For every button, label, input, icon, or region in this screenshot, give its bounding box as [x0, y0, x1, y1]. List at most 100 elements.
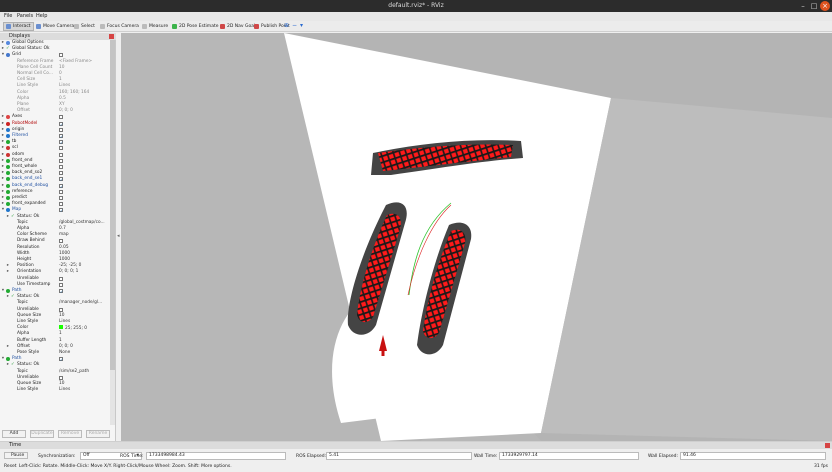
- expand-arrow-icon[interactable]: ▸: [1, 152, 5, 158]
- tool-measure-button[interactable]: Measure: [140, 22, 170, 31]
- display-row[interactable]: Unreliable: [0, 276, 110, 282]
- display-row[interactable]: ▸ Orientation 0; 0; 0; 1: [0, 269, 110, 275]
- display-row[interactable]: Draw Behind: [0, 238, 110, 244]
- close-icon[interactable]: ×: [820, 1, 830, 11]
- expand-arrow-icon[interactable]: ▸: [6, 263, 10, 269]
- property-value[interactable]: 1: [59, 338, 62, 343]
- property-value[interactable]: 0.05: [59, 245, 69, 250]
- enable-checkbox[interactable]: ✓: [59, 357, 63, 362]
- expand-arrow-icon[interactable]: ▸: [1, 114, 5, 120]
- wall-elapsed-field[interactable]: 91.46: [680, 452, 826, 460]
- scrollbar-thumb[interactable]: [110, 40, 115, 370]
- property-value-cell[interactable]: 160; 160; 164: [59, 90, 89, 96]
- property-value-cell[interactable]: Lines: [59, 387, 70, 393]
- property-value[interactable]: <Fixed Frame>: [59, 59, 92, 64]
- expand-arrow-icon[interactable]: ▸: [1, 164, 5, 170]
- close-time-panel-icon[interactable]: [825, 443, 830, 448]
- property-value[interactable]: 0.5: [59, 96, 66, 101]
- rename-display-button[interactable]: Rename: [86, 430, 110, 438]
- display-row[interactable]: ▸ back_end_debug ✓: [0, 183, 110, 189]
- property-value[interactable]: XY: [59, 102, 65, 107]
- remove-tool-icon[interactable]: −: [292, 22, 297, 29]
- display-row[interactable]: Color 160; 160; 164: [0, 90, 110, 96]
- enable-checkbox[interactable]: ✓: [59, 121, 63, 126]
- property-value[interactable]: -25; -25; 0: [59, 263, 81, 268]
- property-value-cell[interactable]: 0; 0; 0; 1: [59, 269, 78, 275]
- displays-scrollbar[interactable]: [110, 40, 115, 425]
- enable-checkbox[interactable]: ✓: [59, 140, 63, 145]
- expand-arrow-icon[interactable]: ▾: [1, 52, 5, 58]
- display-row[interactable]: Topic/global_costmap/co...: [0, 220, 110, 226]
- display-row[interactable]: ▸ Axes: [0, 114, 110, 120]
- property-value[interactable]: 10: [59, 65, 64, 70]
- property-value-cell[interactable]: Lines: [59, 83, 70, 89]
- tool-select-button[interactable]: Select: [72, 22, 97, 31]
- menu-panels[interactable]: Panels: [17, 13, 33, 19]
- enable-checkbox[interactable]: [59, 276, 63, 281]
- tool-interact-button[interactable]: Interact: [3, 22, 34, 31]
- property-value-cell[interactable]: /manager_node/gl...: [59, 300, 102, 306]
- enable-checkbox[interactable]: [59, 375, 63, 380]
- display-row[interactable]: Topic/manager_node/gl...: [0, 300, 110, 306]
- menu-file[interactable]: File: [4, 13, 12, 19]
- property-value-cell[interactable]: /sim/se2_path: [59, 369, 89, 375]
- property-value[interactable]: map: [59, 232, 69, 237]
- display-row[interactable]: ▸ Filtered ✓: [0, 133, 110, 139]
- property-value-cell[interactable]: 0; 0; 0: [59, 344, 73, 350]
- property-value[interactable]: 1: [59, 331, 62, 336]
- tool-move-camera-button[interactable]: Move Camera: [34, 22, 76, 31]
- enable-checkbox[interactable]: [59, 152, 63, 157]
- expand-arrow-icon[interactable]: ▸: [1, 145, 5, 151]
- render-viewport[interactable]: [121, 33, 832, 441]
- expand-arrow-icon[interactable]: ▸: [1, 127, 5, 133]
- property-value-cell[interactable]: 0.05: [59, 245, 69, 251]
- expand-arrow-icon[interactable]: ▸: [1, 201, 5, 207]
- property-value-cell[interactable]: <Fixed Frame>: [59, 59, 92, 65]
- expand-arrow-icon[interactable]: ▾: [1, 288, 5, 294]
- display-row[interactable]: ▾ Grid: [0, 52, 110, 58]
- property-value[interactable]: /global_costmap/co...: [59, 220, 105, 225]
- enable-checkbox[interactable]: [59, 196, 63, 200]
- expand-arrow-icon[interactable]: ▸: [1, 139, 5, 145]
- display-row[interactable]: ▸ scl: [0, 145, 110, 151]
- tool-menu-icon[interactable]: ▾: [300, 22, 303, 29]
- property-value-cell[interactable]: 1: [59, 338, 62, 344]
- display-row[interactable]: Reference Frame <Fixed Frame>: [0, 59, 110, 65]
- enable-checkbox[interactable]: [59, 127, 63, 132]
- property-value-cell[interactable]: map: [59, 232, 69, 238]
- property-value[interactable]: 1000: [59, 257, 70, 262]
- enable-checkbox[interactable]: [59, 171, 63, 176]
- display-row[interactable]: ▸ origin: [0, 127, 110, 133]
- expand-arrow-icon[interactable]: ▸: [1, 46, 5, 52]
- enable-checkbox[interactable]: ✓: [59, 208, 63, 213]
- expand-arrow-icon[interactable]: ▸: [1, 176, 5, 182]
- expand-arrow-icon[interactable]: ▸: [6, 344, 10, 350]
- expand-arrow-icon[interactable]: ▸: [1, 133, 5, 139]
- enable-checkbox[interactable]: [59, 146, 63, 151]
- display-row[interactable]: ▸ front_end: [0, 158, 110, 164]
- display-row[interactable]: ▸ ✓ Status: Ok: [0, 214, 110, 220]
- property-value-cell[interactable]: 1: [59, 331, 62, 337]
- property-value[interactable]: /manager_node/gl...: [59, 300, 102, 305]
- display-row[interactable]: Buffer Length 1: [0, 338, 110, 344]
- property-value-cell[interactable]: 1000: [59, 251, 70, 257]
- property-value[interactable]: 0: [59, 71, 62, 76]
- menu-help[interactable]: Help: [36, 13, 47, 19]
- property-value[interactable]: 10: [59, 313, 64, 318]
- display-row[interactable]: Topic/sim/se2_path: [0, 369, 110, 375]
- color-swatch[interactable]: [59, 325, 63, 330]
- property-value-cell[interactable]: 10: [59, 313, 64, 319]
- property-value[interactable]: Lines: [59, 387, 70, 392]
- property-value-cell[interactable]: 0.7: [59, 226, 66, 232]
- property-value-cell[interactable]: 0; 0; 0: [59, 108, 73, 114]
- display-row[interactable]: Alpha 0.5: [0, 96, 110, 102]
- enable-checkbox[interactable]: [59, 53, 63, 58]
- display-row[interactable]: Alpha 1: [0, 331, 110, 337]
- display-row[interactable]: ▸ back_end_se1 ✓: [0, 176, 110, 182]
- expand-arrow-icon[interactable]: ▾: [1, 207, 5, 213]
- minimize-icon[interactable]: –: [798, 1, 808, 11]
- enable-checkbox[interactable]: [59, 307, 63, 312]
- enable-checkbox[interactable]: ✓: [59, 289, 63, 294]
- maximize-icon[interactable]: □: [809, 1, 819, 11]
- property-value-cell[interactable]: /global_costmap/co...: [59, 220, 105, 226]
